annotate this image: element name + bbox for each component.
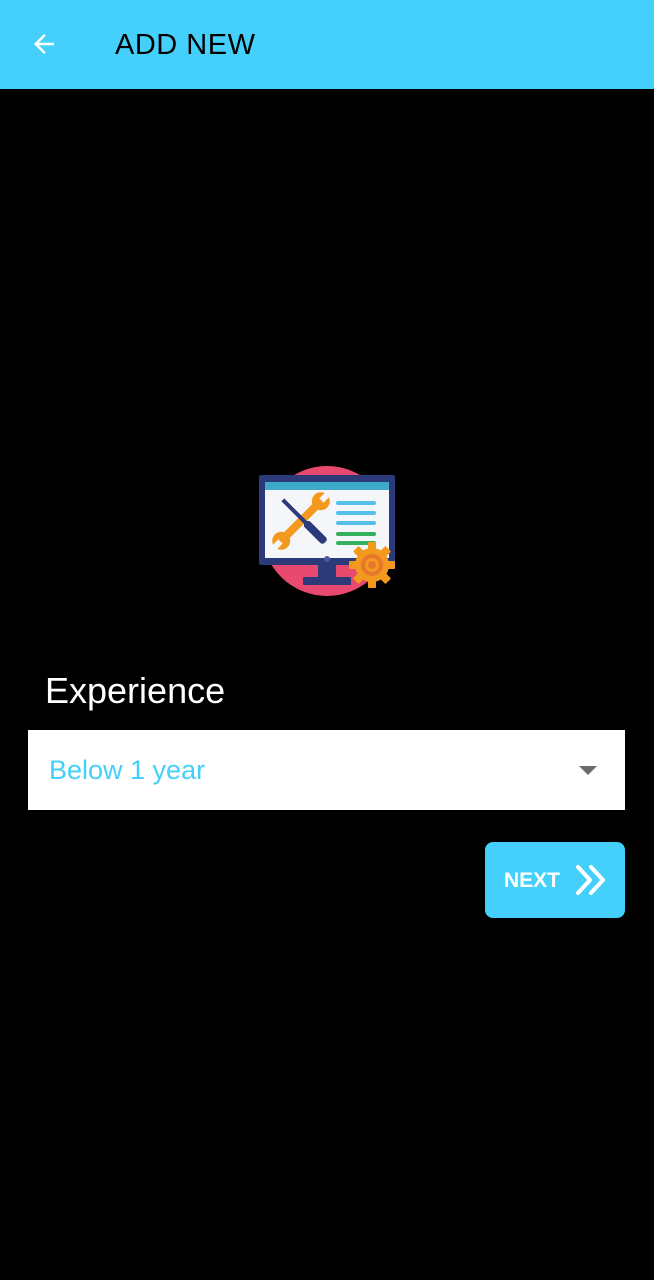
page-title: ADD NEW (115, 29, 256, 61)
experience-label: Experience (45, 670, 226, 711)
double-chevron-right-icon (576, 865, 605, 895)
experience-select[interactable]: Below 1 year (28, 730, 625, 810)
monitor-tools-settings-icon (256, 463, 398, 599)
app-bar: ADD NEW (0, 0, 654, 89)
next-button-label: NEXT (504, 869, 561, 892)
dropdown-arrow-icon (579, 766, 597, 775)
experience-select-value: Below 1 year (49, 755, 206, 785)
back-button[interactable] (22, 22, 66, 66)
next-button[interactable]: NEXT (485, 842, 625, 918)
arrow-back-icon (34, 34, 54, 54)
